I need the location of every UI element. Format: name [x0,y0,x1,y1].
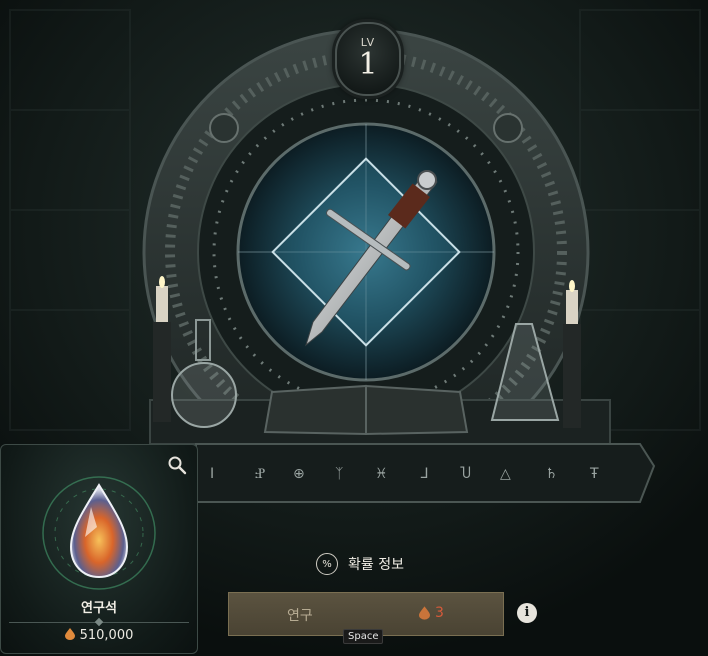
svg-text:ᒧ: ᒧ [420,466,429,482]
research-cost: 3 [419,605,444,621]
info-button[interactable]: i [517,603,537,623]
svg-text:♄: ♄ [545,466,558,482]
research-item-name: 연구석 [81,601,117,616]
percent-icon: % [316,553,338,575]
shortcut-hint: Space [343,629,384,644]
research-item-card[interactable]: 연구석 510,000 [0,444,198,654]
rune-emblem-left [209,113,239,143]
svg-text:Ⴎ: Ⴎ [460,466,471,482]
card-divider-ornament [94,617,104,627]
svg-text:△: △ [500,466,511,482]
research-item-count: 510,000 [79,628,134,643]
research-stone-icon [42,476,156,590]
svg-text:⊕: ⊕ [293,466,305,482]
svg-text:I: I [210,466,214,482]
research-item-count-row: 510,000 [1,628,197,643]
probability-label: 확률 정보 [348,557,404,573]
research-cost-value: 3 [435,605,444,621]
level-value: 1 [358,47,378,82]
probability-info-link[interactable]: % 확률 정보 [316,550,404,578]
rune-emblem-right [493,113,523,143]
svg-text:♓: ♓ [375,466,388,482]
gem-icon [64,628,75,640]
svg-text:Ŧ: Ŧ [589,466,599,482]
level-badge: LV 1 [335,22,401,96]
search-icon[interactable] [167,455,187,475]
stone-cost-icon [419,606,430,620]
open-book [263,384,469,436]
research-button-label: 연구 [287,608,313,624]
svg-text:Ⱀ: Ⱀ [255,466,265,482]
svg-text:ᛉ: ᛉ [335,466,343,482]
